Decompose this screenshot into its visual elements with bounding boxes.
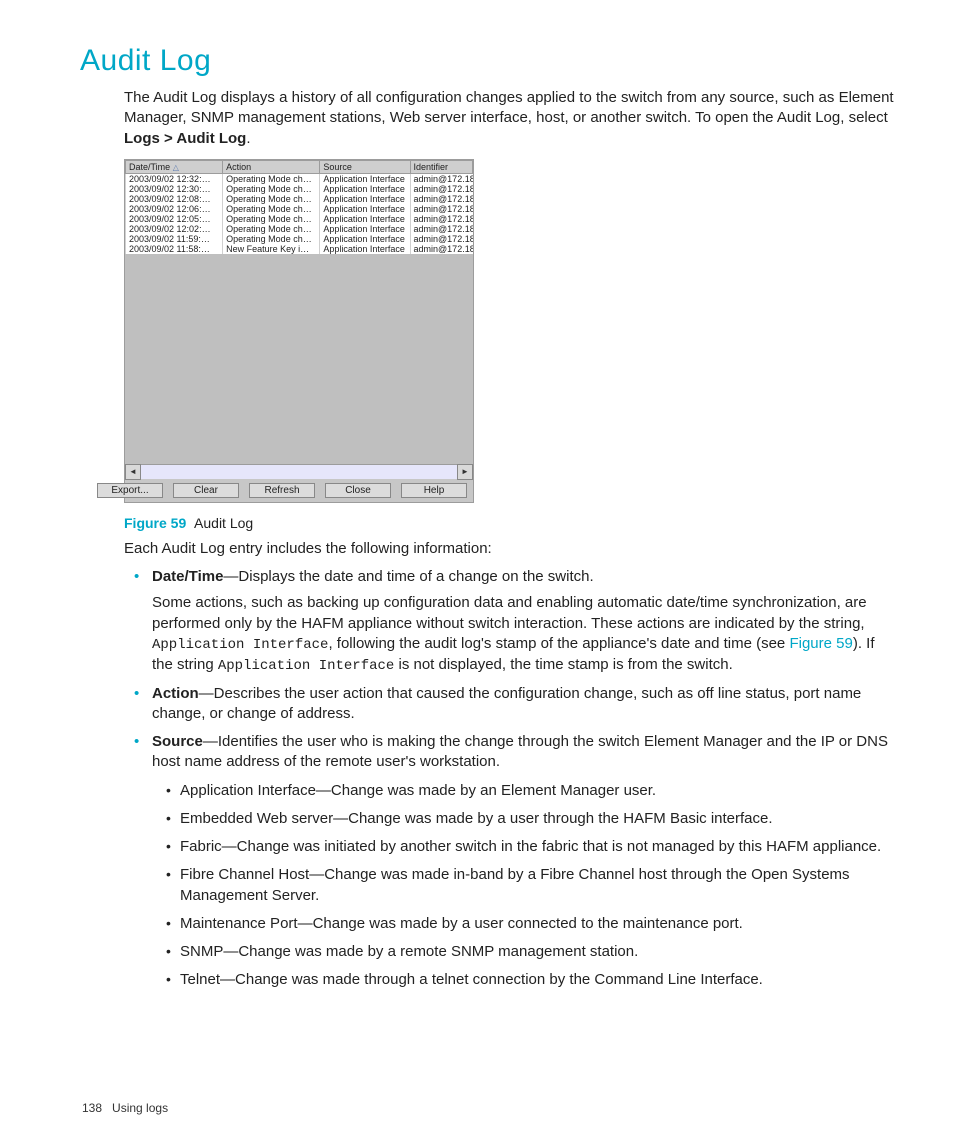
- item-action-desc: —Describes the user action that caused t…: [152, 685, 861, 722]
- figure-number: Figure 59: [124, 515, 186, 531]
- table-cell: admin@172.18.3…: [410, 234, 472, 244]
- list-item: Embedded Web server—Change was made by a…: [180, 809, 894, 829]
- list-item: Maintenance Port—Change was made by a us…: [180, 914, 894, 934]
- table-cell: 2003/09/02 12:06:…: [126, 204, 223, 214]
- audit-log-header-row: Date/Time △ Action Source Identifier: [126, 160, 473, 173]
- table-row[interactable]: 2003/09/02 12:05:…Operating Mode ch…Appl…: [126, 214, 473, 224]
- list-item: Application Interface—Change was made by…: [180, 781, 894, 801]
- col-identifier[interactable]: Identifier: [410, 160, 472, 173]
- table-cell: New Feature Key i…: [223, 244, 320, 254]
- clear-button[interactable]: Clear: [173, 483, 239, 498]
- intro-text-after: .: [246, 130, 250, 147]
- intro-paragraph: The Audit Log displays a history of all …: [124, 88, 894, 149]
- code-app-interface-1: Application Interface: [152, 637, 328, 653]
- item-datetime: Date/Time—Displays the date and time of …: [152, 567, 894, 676]
- table-cell: admin@172.18.3…: [410, 184, 472, 194]
- table-cell: 2003/09/02 11:58:…: [126, 244, 223, 254]
- code-app-interface-2: Application Interface: [218, 658, 394, 674]
- item-source-desc: —Identifies the user who is making the c…: [152, 733, 888, 770]
- table-cell: 2003/09/02 12:08:…: [126, 194, 223, 204]
- audit-log-empty-area: [125, 254, 473, 464]
- table-cell: Operating Mode ch…: [223, 234, 320, 244]
- table-cell: Application Interface: [320, 224, 410, 234]
- table-row[interactable]: 2003/09/02 12:06:…Operating Mode ch…Appl…: [126, 204, 473, 214]
- table-cell: Operating Mode ch…: [223, 224, 320, 234]
- horizontal-scrollbar[interactable]: ◄ ►: [125, 464, 473, 479]
- item-source: Source—Identifies the user who is making…: [152, 732, 894, 991]
- table-cell: Application Interface: [320, 234, 410, 244]
- list-item: Telnet—Change was made through a telnet …: [180, 970, 894, 990]
- table-cell: 2003/09/02 11:59:…: [126, 234, 223, 244]
- dt-p2b: , following the audit log's stamp of the…: [328, 635, 789, 652]
- table-cell: Application Interface: [320, 173, 410, 184]
- list-item: SNMP—Change was made by a remote SNMP ma…: [180, 942, 894, 962]
- scroll-right-icon[interactable]: ►: [457, 464, 473, 480]
- figure-crossref[interactable]: Figure 59: [789, 635, 852, 652]
- dt-p2a: Some actions, such as backing up configu…: [152, 594, 867, 631]
- table-cell: 2003/09/02 12:30:…: [126, 184, 223, 194]
- refresh-button[interactable]: Refresh: [249, 483, 315, 498]
- table-cell: Application Interface: [320, 244, 410, 254]
- page-footer: 138 Using logs: [82, 1101, 168, 1115]
- help-button[interactable]: Help: [401, 483, 467, 498]
- intro-text-before: The Audit Log displays a history of all …: [124, 89, 894, 126]
- export-button[interactable]: Export...: [97, 483, 163, 498]
- table-cell: admin@172.18.3…: [410, 244, 472, 254]
- dt-p2d: is not displayed, the time stamp is from…: [394, 656, 732, 673]
- table-cell: Application Interface: [320, 214, 410, 224]
- table-cell: admin@172.18.3…: [410, 214, 472, 224]
- table-cell: Operating Mode ch…: [223, 214, 320, 224]
- page-title: Audit Log: [80, 44, 894, 78]
- table-cell: 2003/09/02 12:32:…: [126, 173, 223, 184]
- table-cell: 2003/09/02 12:02:…: [126, 224, 223, 234]
- table-row[interactable]: 2003/09/02 12:02:…Operating Mode ch…Appl…: [126, 224, 473, 234]
- list-item: Fabric—Change was initiated by another s…: [180, 837, 894, 857]
- item-source-label: Source: [152, 733, 203, 750]
- col-datetime-label: Date/Time: [129, 162, 170, 172]
- col-source[interactable]: Source: [320, 160, 410, 173]
- close-button[interactable]: Close: [325, 483, 391, 498]
- table-cell: admin@172.18.3…: [410, 173, 472, 184]
- item-action: Action—Describes the user action that ca…: [152, 684, 894, 725]
- col-action[interactable]: Action: [223, 160, 320, 173]
- figure-caption-text: Audit Log: [194, 515, 253, 531]
- table-cell: Application Interface: [320, 194, 410, 204]
- scroll-left-icon[interactable]: ◄: [125, 464, 141, 480]
- intro-menu-path: Logs > Audit Log: [124, 130, 246, 147]
- table-row[interactable]: 2003/09/02 12:08:…Operating Mode ch…Appl…: [126, 194, 473, 204]
- table-cell: admin@172.18.3…: [410, 194, 472, 204]
- after-figure-paragraph: Each Audit Log entry includes the follow…: [124, 539, 894, 559]
- list-item: Fibre Channel Host—Change was made in-ba…: [180, 865, 894, 906]
- footer-section: Using logs: [112, 1101, 168, 1115]
- item-action-label: Action: [152, 685, 199, 702]
- table-cell: Application Interface: [320, 204, 410, 214]
- table-cell: admin@172.18.3…: [410, 204, 472, 214]
- table-row[interactable]: 2003/09/02 12:32:…Operating Mode ch…Appl…: [126, 173, 473, 184]
- table-cell: Operating Mode ch…: [223, 194, 320, 204]
- item-datetime-desc: —Displays the date and time of a change …: [223, 568, 593, 585]
- page-number: 138: [82, 1101, 102, 1115]
- audit-log-window: Date/Time △ Action Source Identifier 200…: [124, 159, 474, 503]
- item-datetime-paragraph2: Some actions, such as backing up configu…: [152, 593, 894, 675]
- audit-log-button-row: Export...ClearRefreshCloseHelp: [125, 479, 473, 502]
- table-cell: 2003/09/02 12:05:…: [126, 214, 223, 224]
- table-cell: admin@172.18.3…: [410, 224, 472, 234]
- sort-asc-icon: △: [173, 163, 179, 172]
- table-cell: Operating Mode ch…: [223, 173, 320, 184]
- figure-caption: Figure 59 Audit Log: [124, 515, 894, 531]
- table-cell: Operating Mode ch…: [223, 184, 320, 194]
- table-row[interactable]: 2003/09/02 11:58:…New Feature Key i…Appl…: [126, 244, 473, 254]
- col-datetime[interactable]: Date/Time △: [126, 160, 223, 173]
- item-datetime-label: Date/Time: [152, 568, 223, 585]
- table-cell: Operating Mode ch…: [223, 204, 320, 214]
- table-row[interactable]: 2003/09/02 12:30:…Operating Mode ch…Appl…: [126, 184, 473, 194]
- table-row[interactable]: 2003/09/02 11:59:…Operating Mode ch…Appl…: [126, 234, 473, 244]
- table-cell: Application Interface: [320, 184, 410, 194]
